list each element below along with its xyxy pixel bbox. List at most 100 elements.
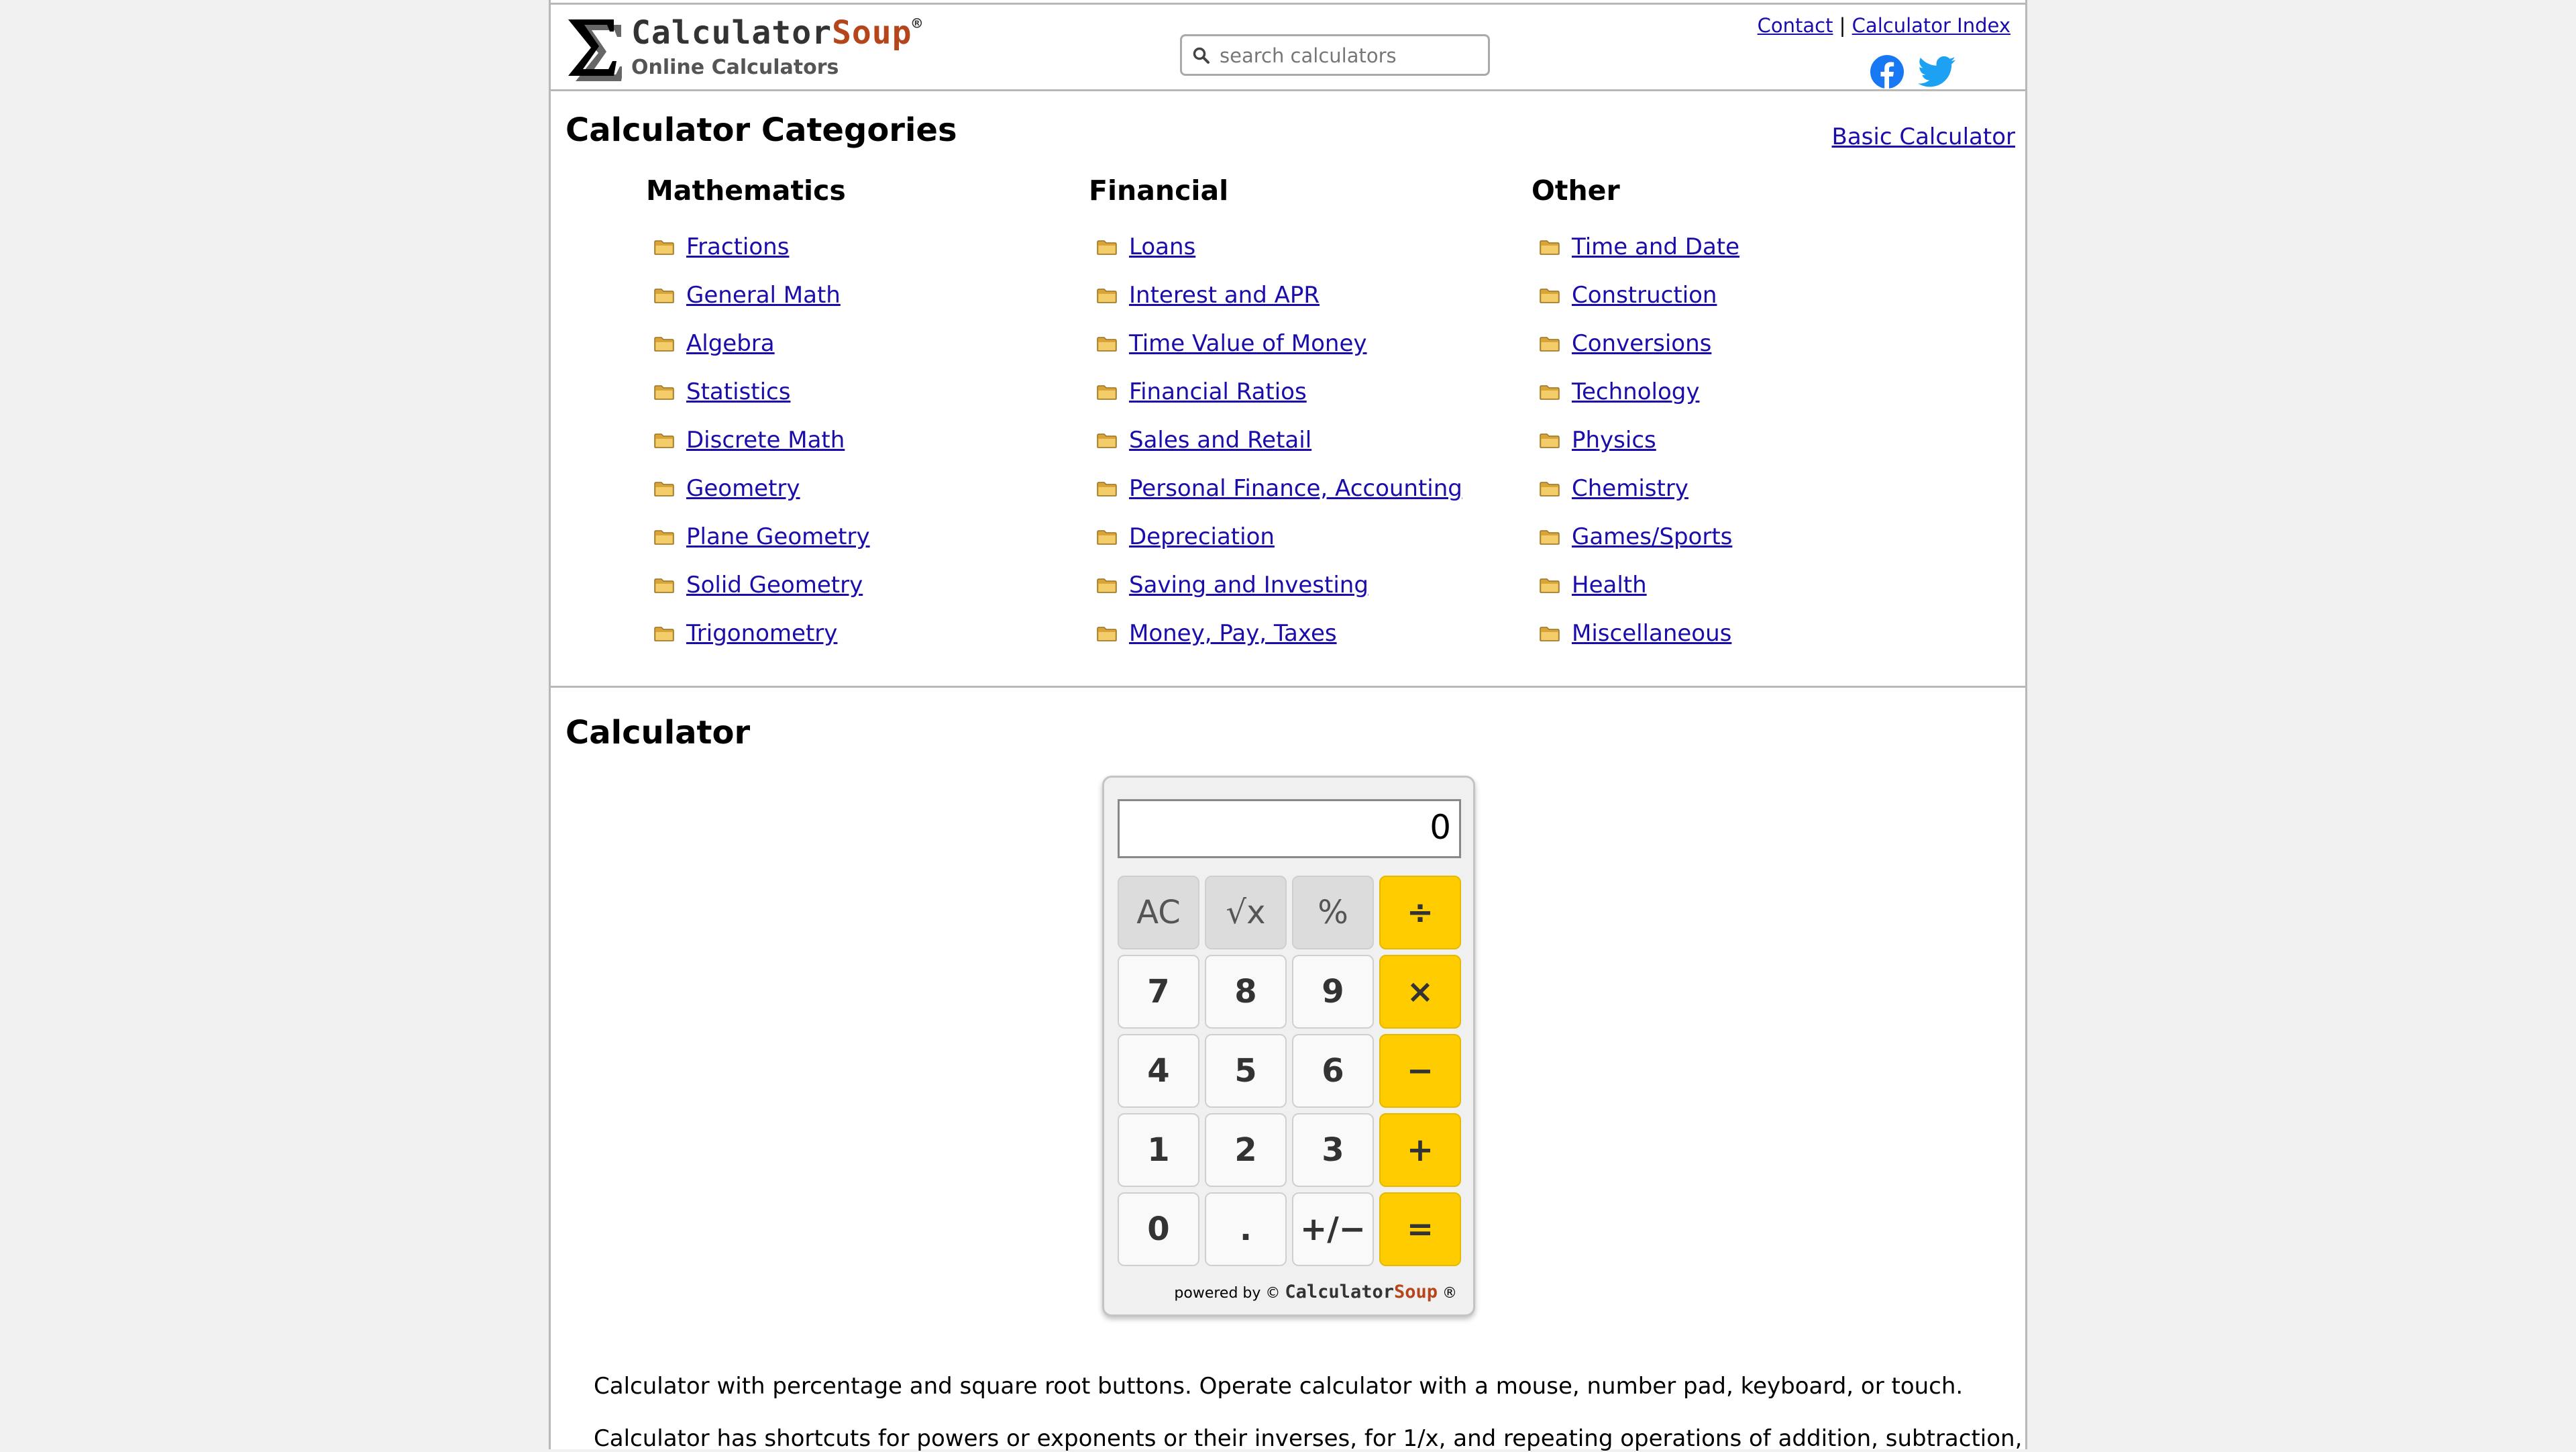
digit-1-key[interactable]: 1 [1118, 1113, 1199, 1187]
folder-icon [1540, 385, 1560, 400]
powered-brand[interactable]: CalculatorSoup [1285, 1282, 1438, 1302]
folder-icon [654, 627, 674, 641]
category-column-other: Other Time and Date Construction Conversio… [1532, 174, 1739, 647]
category-item: Money, Pay, Taxes [1097, 620, 1462, 668]
subtract-key[interactable]: − [1379, 1034, 1461, 1108]
category-item: Construction [1540, 282, 1739, 330]
categories-title: Calculator Categories [566, 111, 957, 149]
contact-link[interactable]: Contact [1758, 14, 1833, 37]
digit-2-key[interactable]: 2 [1205, 1113, 1287, 1187]
category-link[interactable]: Interest and APR [1129, 282, 1320, 309]
category-link[interactable]: Solid Geometry [686, 572, 863, 599]
category-link[interactable]: Plane Geometry [686, 523, 870, 550]
sign-toggle-key[interactable]: +/− [1292, 1192, 1374, 1266]
category-link[interactable]: Saving and Investing [1129, 572, 1368, 599]
digit-7-key[interactable]: 7 [1118, 955, 1199, 1029]
category-link[interactable]: General Math [686, 282, 841, 309]
category-item: Conversions [1540, 330, 1739, 378]
category-link[interactable]: Physics [1572, 427, 1656, 454]
column-heading: Financial [1089, 174, 1229, 207]
digit-9-key[interactable]: 9 [1292, 955, 1374, 1029]
multiply-key[interactable]: × [1379, 955, 1461, 1029]
category-item: Personal Finance, Accounting [1097, 475, 1462, 523]
brand-accent: Soup [831, 14, 912, 52]
add-key[interactable]: + [1379, 1113, 1461, 1187]
digit-3-key[interactable]: 3 [1292, 1113, 1374, 1187]
decimal-key[interactable]: . [1205, 1192, 1287, 1266]
folder-icon [654, 578, 674, 593]
folder-icon [1540, 482, 1560, 497]
percent-key[interactable]: % [1292, 876, 1374, 949]
description-line-1: Calculator with percentage and square ro… [594, 1373, 1964, 1400]
facebook-icon[interactable] [1870, 54, 1904, 89]
category-link[interactable]: Conversions [1572, 330, 1711, 357]
category-link[interactable]: Miscellaneous [1572, 620, 1731, 647]
calculator-title: Calculator [566, 714, 751, 751]
search-input[interactable] [1218, 42, 1483, 70]
category-list: Fractions General Math Algebra Statistics Di… [654, 234, 870, 668]
digit-8-key[interactable]: 8 [1205, 955, 1287, 1029]
search-box[interactable] [1180, 34, 1490, 76]
digit-6-key[interactable]: 6 [1292, 1034, 1374, 1108]
category-link[interactable]: Fractions [686, 234, 789, 260]
equals-key[interactable]: = [1379, 1192, 1461, 1266]
category-link[interactable]: Construction [1572, 282, 1717, 309]
category-link[interactable]: Time Value of Money [1129, 330, 1367, 357]
folder-icon [1540, 240, 1560, 255]
category-link[interactable]: Loans [1129, 234, 1195, 260]
category-item: Time Value of Money [1097, 330, 1462, 378]
description-line-2: Calculator has shortcuts for powers or e… [594, 1425, 2023, 1452]
category-item: Statistics [654, 378, 870, 427]
basic-calculator-link[interactable]: Basic Calculator [1832, 123, 2015, 150]
folder-icon [1097, 578, 1117, 593]
search-icon [1193, 47, 1210, 64]
category-link[interactable]: Geometry [686, 475, 800, 502]
folder-icon [1097, 337, 1117, 352]
category-item: Depreciation [1097, 523, 1462, 572]
category-item: Miscellaneous [1540, 620, 1739, 668]
divide-key[interactable]: ÷ [1379, 876, 1461, 949]
category-link[interactable]: Health [1572, 572, 1647, 599]
category-link[interactable]: Chemistry [1572, 475, 1688, 502]
all-clear-key[interactable]: AC [1118, 876, 1199, 949]
category-item: Geometry [654, 475, 870, 523]
category-link[interactable]: Trigonometry [686, 620, 837, 647]
folder-icon [654, 482, 674, 497]
category-item: Discrete Math [654, 427, 870, 475]
column-heading: Mathematics [646, 174, 846, 207]
brand-name[interactable]: CalculatorSoup® [631, 14, 922, 52]
folder-icon [1097, 289, 1117, 303]
category-item: Solid Geometry [654, 572, 870, 620]
category-link[interactable]: Algebra [686, 330, 775, 357]
category-link[interactable]: Technology [1572, 378, 1699, 405]
category-link[interactable]: Discrete Math [686, 427, 845, 454]
category-link[interactable]: Personal Finance, Accounting [1129, 475, 1462, 502]
category-item: Health [1540, 572, 1739, 620]
digit-4-key[interactable]: 4 [1118, 1034, 1199, 1108]
folder-icon [1540, 289, 1560, 303]
brand-subtitle: Online Calculators [631, 56, 839, 79]
category-column-financial: Financial Loans Interest and APR Time Valu… [1089, 174, 1462, 647]
category-link[interactable]: Statistics [686, 378, 790, 405]
category-item: Trigonometry [654, 620, 870, 668]
sigma-logo-icon[interactable] [568, 17, 622, 81]
category-link[interactable]: Time and Date [1572, 234, 1739, 260]
category-link[interactable]: Sales and Retail [1129, 427, 1311, 454]
folder-icon [1097, 627, 1117, 641]
square-root-key[interactable]: √x [1205, 876, 1287, 949]
folder-icon [1097, 433, 1117, 448]
category-item: Interest and APR [1097, 282, 1462, 330]
category-link[interactable]: Financial Ratios [1129, 378, 1307, 405]
category-link[interactable]: Money, Pay, Taxes [1129, 620, 1337, 647]
digit-5-key[interactable]: 5 [1205, 1034, 1287, 1108]
category-item: Physics [1540, 427, 1739, 475]
twitter-icon[interactable] [1918, 56, 1955, 88]
category-link[interactable]: Depreciation [1129, 523, 1275, 550]
category-list: Loans Interest and APR Time Value of Money… [1097, 234, 1462, 668]
category-list: Time and Date Construction Conversions Tech… [1540, 234, 1739, 668]
digit-0-key[interactable]: 0 [1118, 1192, 1199, 1266]
calculator-display[interactable]: 0 [1118, 799, 1461, 858]
category-link[interactable]: Games/Sports [1572, 523, 1732, 550]
category-item: Games/Sports [1540, 523, 1739, 572]
calculator-index-link[interactable]: Calculator Index [1852, 14, 2010, 37]
